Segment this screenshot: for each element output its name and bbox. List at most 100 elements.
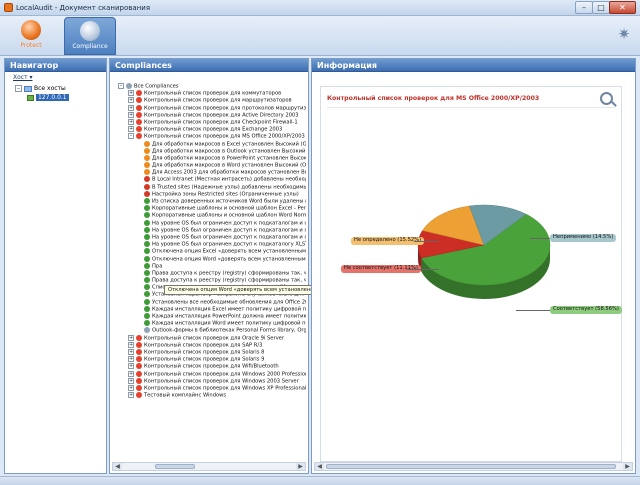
status-green-icon [144, 291, 150, 298]
compliance-item-label: Контрольный список проверок для Windows … [144, 378, 299, 385]
window-title: LocalAudit - Документ сканирования [16, 4, 151, 12]
compliance-rule-item[interactable]: Для Access 2003 для обработки макросов у… [118, 169, 306, 176]
scroll-thumb[interactable] [326, 464, 616, 469]
compliance-rule-item[interactable]: Корпоративные шаблоны и основной шаблон … [118, 205, 306, 212]
compliance-rule-item[interactable]: Пра [118, 262, 306, 270]
status-green-icon [144, 313, 150, 319]
status-red-icon [144, 190, 150, 197]
scroll-right-icon[interactable]: ▶ [296, 463, 305, 470]
compliance-item-label: Для обработки макросов в Outlook установ… [152, 148, 306, 155]
status-fail-icon [136, 97, 142, 104]
compliance-checklist-item[interactable]: + Контрольный список проверок для Windows… [118, 384, 306, 392]
compliance-rule-item[interactable]: Outlook-формы в библиотеках Personal For… [118, 327, 306, 334]
expand-icon[interactable]: + [128, 348, 134, 355]
compliance-rule-item[interactable]: На уровне ОS был ограничен доступ к подк… [118, 219, 306, 227]
tree-root-all-compliances[interactable]: – Все Compliances [118, 83, 306, 90]
protect-label: Protect [20, 42, 42, 49]
compliance-rule-item[interactable]: Права доступа к реестру (registry) сформ… [118, 277, 306, 284]
compliance-rule-item[interactable]: На уровне ОS был ограничен доступ к подк… [118, 241, 306, 248]
host-dropdown[interactable]: Хост ▾ [13, 74, 33, 81]
status-orange-icon [144, 169, 150, 176]
collapse-icon[interactable]: – [128, 133, 134, 140]
tree-root-all-hosts[interactable]: – Все хосты [15, 84, 69, 93]
status-fail-icon [136, 384, 142, 391]
compliance-rule-item[interactable]: Корпоративные шаблоны и основной шаблон … [118, 212, 306, 219]
compliance-checklist-item[interactable]: + Тестовый комплайнс Windows [118, 392, 306, 399]
expand-icon[interactable]: + [128, 392, 134, 399]
compliance-item-label: Каждая инсталляция Word имеет политику ц… [152, 320, 306, 327]
scroll-right-icon[interactable]: ▶ [623, 463, 632, 470]
compliance-rule-item[interactable]: В Trusted sites (Надежные узлы) добавлен… [118, 183, 306, 191]
compliance-tab[interactable]: Compliance [64, 17, 116, 55]
expand-icon[interactable]: + [128, 97, 134, 104]
collapse-icon[interactable]: – [118, 83, 124, 89]
protect-tab[interactable]: Protect [5, 17, 57, 55]
info-hscrollbar[interactable]: ◀ ▶ [314, 462, 633, 471]
compliance-item-label: Права доступа к реестру (registry) сформ… [152, 270, 306, 277]
expand-icon[interactable]: + [128, 363, 134, 370]
compliance-checklist-item[interactable]: + Контрольный список проверок для Windows… [118, 377, 306, 385]
gear-icon[interactable]: ✷ [616, 26, 632, 42]
compliance-rule-item[interactable]: Отключена опция Word «доверять всем уста… [118, 255, 306, 263]
compliance-checklist-item[interactable]: + Контрольный список проверок для Wifi/Bl… [118, 363, 306, 370]
compliance-checklist-item[interactable]: + Контрольный список проверок для Exchang… [118, 126, 306, 133]
collapse-icon[interactable]: – [15, 85, 22, 92]
compliance-checklist-item[interactable]: + Контрольный список проверок для Active … [118, 111, 306, 119]
host-icon [27, 94, 34, 101]
compliance-item-label: Контрольный список проверок для Exchange… [144, 126, 283, 133]
compliance-hscrollbar[interactable]: ◀ ▶ [112, 462, 306, 471]
compliance-checklist-item[interactable]: – Контрольный список проверок для MS Offi… [118, 133, 306, 140]
scroll-left-icon[interactable]: ◀ [113, 463, 122, 470]
compliance-rule-item[interactable]: Из списка доверенных источников Word был… [118, 198, 306, 205]
compliance-icon [80, 21, 100, 41]
compliance-rule-item[interactable]: Для обработки макросов в Excel установле… [118, 140, 306, 148]
expand-icon[interactable]: + [128, 334, 134, 341]
expand-icon[interactable]: + [128, 370, 134, 377]
compliance-rule-item[interactable]: Каждая инсталляция Excel имеет политику … [118, 305, 306, 313]
compliance-checklist-item[interactable]: + Контрольный список проверок для протоко… [118, 104, 306, 112]
scroll-left-icon[interactable]: ◀ [315, 463, 324, 470]
maximize-button[interactable]: □ [592, 1, 610, 14]
scroll-thumb[interactable] [155, 464, 195, 469]
chart-card: Контрольный список проверок для MS Offic… [320, 86, 622, 462]
expand-icon[interactable]: + [128, 111, 134, 118]
compliance-rule-item[interactable]: Для обработки макросов в Outlook установ… [118, 147, 306, 155]
compliance-rule-item[interactable]: В Local Intranet (Местная интрасеть) доб… [118, 176, 306, 183]
status-fail-icon [136, 392, 142, 399]
expand-icon[interactable]: + [128, 341, 134, 348]
compliance-checklist-item[interactable]: + Контрольный список проверок для Solaris… [118, 356, 306, 363]
compliance-checklist-item[interactable]: + Контрольный список проверок для Solaris… [118, 348, 306, 356]
compliance-rule-item[interactable]: Отключена опция Excel «доверять всем уст… [118, 248, 306, 255]
compliance-item-label: Контрольный список проверок для Windows … [144, 385, 306, 392]
status-green-icon [144, 205, 150, 212]
compliance-rule-item[interactable]: Каждая инсталляция PowerPoint должна име… [118, 313, 306, 320]
compliance-checklist-item[interactable]: + Контрольный список проверок для Checkpo… [118, 118, 306, 126]
expand-icon[interactable]: + [128, 377, 134, 384]
compliance-checklist-item[interactable]: + Контрольный список проверок для Oracle … [118, 334, 306, 342]
expand-icon[interactable]: + [128, 118, 134, 125]
expand-icon[interactable]: + [128, 90, 134, 97]
compliance-checklist-item[interactable]: + Контрольный список проверок для маршрут… [118, 97, 306, 104]
compliance-rule-item[interactable]: Каждая инсталляция Word имеет политику ц… [118, 320, 306, 327]
tree-item-host[interactable]: 127.0.0.1 [15, 93, 69, 102]
compliance-checklist-item[interactable]: + Контрольный список проверок для коммута… [118, 90, 306, 97]
status-green-icon [144, 219, 150, 226]
close-button[interactable]: ✕ [609, 1, 636, 14]
compliance-checklist-item[interactable]: + Контрольный список проверок для Windows… [118, 370, 306, 378]
compliance-checklist-item[interactable]: + Контрольный список проверок для SAP R/3 [118, 341, 306, 349]
compliance-item-label: Для обработки макросов в Excel установле… [152, 141, 306, 147]
compliance-rule-item[interactable]: На уровне ОS был ограничен доступ к подк… [118, 226, 306, 234]
compliance-rule-item[interactable]: Настройка зоны Restricted sites (Огранич… [118, 190, 306, 198]
compliance-rule-item[interactable]: Права доступа к реестру (registry) сформ… [118, 269, 306, 277]
expand-icon[interactable]: + [128, 126, 134, 133]
minimize-button[interactable]: – [575, 1, 593, 14]
compliance-rule-item[interactable]: Для обработки макросов в Word установлен… [118, 162, 306, 169]
compliance-item-label: Каждая инсталляция Excel имеет политику … [152, 306, 306, 313]
compliance-rule-item[interactable]: Установлены все необходимые обновления д… [118, 298, 306, 306]
status-fail-icon [136, 363, 142, 370]
compliance-rule-item[interactable]: На уровне ОS был ограничен доступ к подк… [118, 233, 306, 241]
expand-icon[interactable]: + [128, 356, 134, 363]
expand-icon[interactable]: + [128, 104, 134, 111]
compliance-rule-item[interactable]: Для обработки макросов в PowerPoint уста… [118, 154, 306, 162]
expand-icon[interactable]: + [128, 384, 134, 391]
